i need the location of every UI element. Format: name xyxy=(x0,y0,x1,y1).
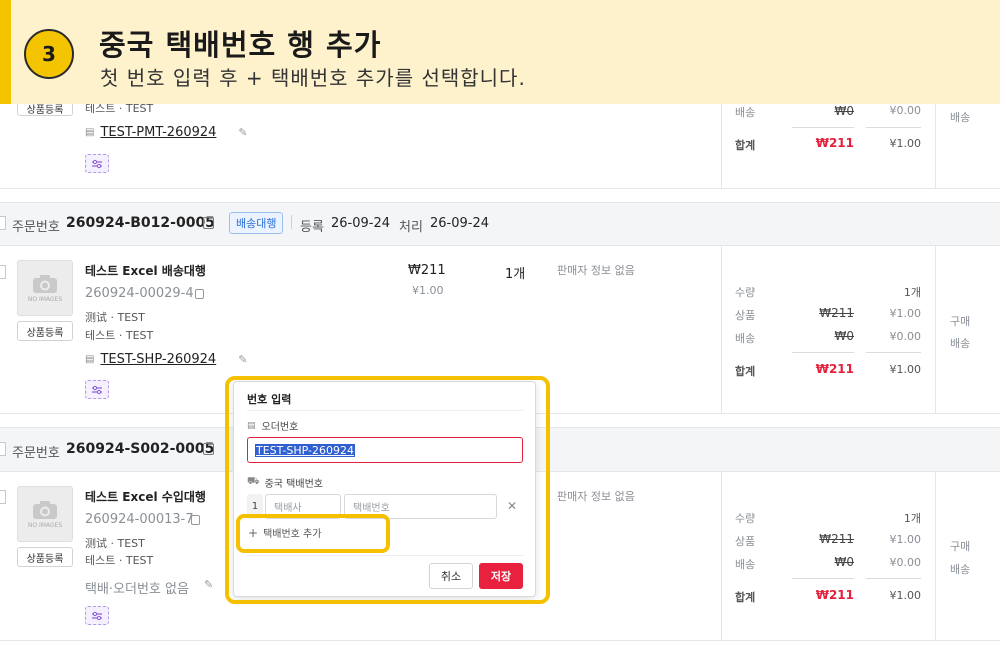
banner-title: 중국 택배번호 행 추가 xyxy=(99,28,382,62)
summary-shipping-cny: ¥0.00 xyxy=(889,556,922,569)
product-image-placeholder: NO IMAGES xyxy=(17,260,73,316)
seller-line: 테스트 · TEST xyxy=(85,329,154,342)
seller-info: 판매자 정보 없음 xyxy=(557,264,635,277)
summary-product-krw: ₩211 xyxy=(819,306,854,320)
summary-product-label: 상품 xyxy=(735,309,756,322)
summary-qty-label: 수량 xyxy=(735,286,756,299)
summary-shipping-krw: ₩0 xyxy=(834,104,855,118)
options-button[interactable] xyxy=(85,380,109,399)
product-code: 260924-00013-7 xyxy=(85,512,194,527)
summary-total-cny: ¥1.00 xyxy=(889,589,922,602)
processed-date: 26-09-24 xyxy=(430,216,490,231)
sliders-icon xyxy=(92,385,102,394)
document-icon: ▤ xyxy=(85,354,95,365)
seller-line: 테스트 · TEST xyxy=(85,554,154,567)
edit-icon[interactable]: ✎ xyxy=(204,578,213,591)
item-checkbox[interactable] xyxy=(0,490,6,504)
edit-icon[interactable]: ✎ xyxy=(238,126,247,139)
step-number-badge: 3 xyxy=(24,29,74,79)
summary-total-krw: ₩211 xyxy=(815,588,854,602)
product-sub-line: 测试 · TEST xyxy=(85,311,145,324)
summary-total-label: 합계 xyxy=(735,365,756,378)
camera-icon xyxy=(33,500,57,519)
order-number-label: 주문번호 xyxy=(12,446,60,461)
sliders-icon xyxy=(92,159,102,168)
options-button[interactable] xyxy=(85,154,109,173)
banner-accent-bar xyxy=(0,0,11,104)
product-code: 260924-00029-4 xyxy=(85,286,194,301)
tracking-number[interactable]: TEST-SHP-260924 xyxy=(100,352,216,367)
unit-price-cny: ¥1.00 xyxy=(412,284,444,297)
status-shipping: 배송 xyxy=(950,337,971,350)
summary-total-krw: ₩211 xyxy=(815,136,854,150)
service-type-badge: 배송대행 xyxy=(229,212,284,234)
highlight-add-button xyxy=(236,514,390,553)
order-number: 260924-B012-0005 xyxy=(66,215,215,231)
summary-total-label: 합계 xyxy=(735,139,756,152)
summary-total-cny: ¥1.00 xyxy=(889,363,922,376)
product-name[interactable]: 테스트 Excel 수입대행 xyxy=(85,488,206,505)
edit-icon[interactable]: ✎ xyxy=(238,353,247,366)
registered-label: 등록 xyxy=(300,220,324,235)
summary-total-label: 합계 xyxy=(735,591,756,604)
processed-label: 처리 xyxy=(399,220,423,235)
copy-icon[interactable] xyxy=(203,217,214,229)
highlight-modal xyxy=(225,376,550,604)
summary-shipping-krw: ₩0 xyxy=(834,329,855,343)
summary-shipping-label: 배송 xyxy=(735,332,756,345)
banner-subtitle: 첫 번호 입력 후 + 택배번호 추가를 선택합니다. xyxy=(100,66,526,90)
item-quantity: 1개 xyxy=(505,267,526,282)
summary-product-cny: ¥1.00 xyxy=(889,533,922,546)
copy-icon[interactable] xyxy=(191,515,200,525)
register-product-button[interactable]: 상품등록 xyxy=(17,321,73,341)
tracking-row: ▤ TEST-SHP-260924 ✎ xyxy=(85,352,247,367)
summary-total-cny: ¥1.00 xyxy=(889,137,922,150)
status-shipping: 배송 xyxy=(950,563,971,576)
summary-qty: 1개 xyxy=(903,512,921,525)
camera-icon xyxy=(33,274,57,293)
summary-shipping-krw: ₩0 xyxy=(834,555,855,569)
registered-date: 26-09-24 xyxy=(331,216,391,231)
status-label: 배송 xyxy=(950,111,971,124)
copy-icon[interactable] xyxy=(195,289,204,299)
options-button[interactable] xyxy=(85,606,109,625)
summary-product-cny: ¥1.00 xyxy=(889,307,922,320)
order-checkbox[interactable] xyxy=(0,442,6,456)
order-number: 260924-S002-0005 xyxy=(66,441,215,457)
summary-shipping-cny: ¥0.00 xyxy=(889,330,922,343)
product-image-placeholder: NO IMAGES xyxy=(17,486,73,542)
summary-product-krw: ₩211 xyxy=(819,532,854,546)
tracking-number[interactable]: TEST-PMT-260924 xyxy=(100,125,216,140)
product-sub-line: 测试 · TEST xyxy=(85,537,145,550)
unit-price-krw: ₩211 xyxy=(408,263,446,278)
summary-product-label: 상품 xyxy=(735,535,756,548)
status-purchase: 구매 xyxy=(950,540,971,553)
summary-shipping-cny: ¥0.00 xyxy=(889,104,922,117)
status-purchase: 구매 xyxy=(950,315,971,328)
document-icon: ▤ xyxy=(85,127,95,138)
tracking-row: ▤ TEST-PMT-260924 ✎ xyxy=(85,125,248,140)
order-checkbox[interactable] xyxy=(0,216,6,230)
seller-info: 판매자 정보 없음 xyxy=(557,490,635,503)
product-name[interactable]: 테스트 Excel 배송대행 xyxy=(85,262,206,279)
summary-qty: 1개 xyxy=(903,286,921,299)
summary-shipping-label: 배송 xyxy=(735,106,756,119)
summary-total-krw: ₩211 xyxy=(815,362,854,376)
register-product-button[interactable]: 상품등록 xyxy=(17,547,73,567)
no-tracking-text: 택배·오더번호 없음 xyxy=(85,582,189,597)
summary-shipping-label: 배송 xyxy=(735,558,756,571)
copy-icon[interactable] xyxy=(203,443,214,455)
sliders-icon xyxy=(92,611,102,620)
item-checkbox[interactable] xyxy=(0,265,6,279)
order-number-label: 주문번호 xyxy=(12,220,60,235)
summary-qty-label: 수량 xyxy=(735,512,756,525)
